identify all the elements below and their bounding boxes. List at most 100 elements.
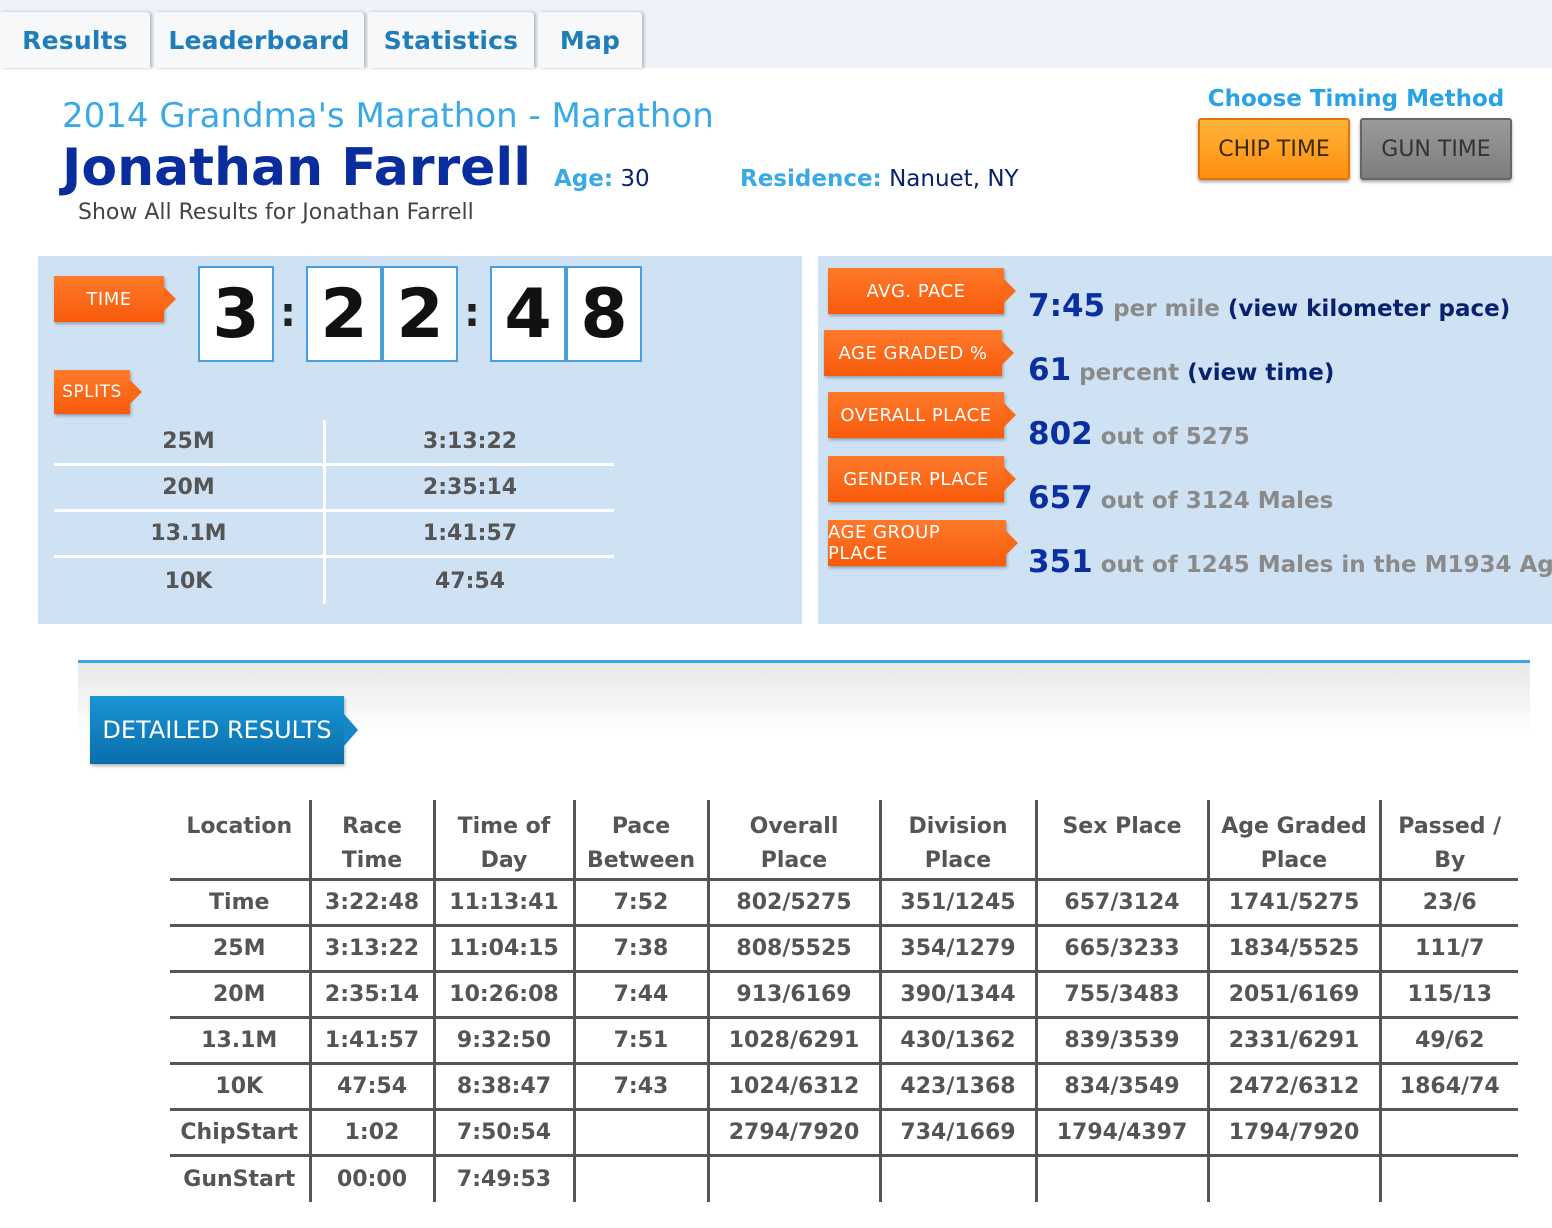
table-cell: 10:26:08 [432,971,574,1018]
column-header-line: By [1434,848,1466,873]
table-cell: 23/6 [1378,879,1518,926]
avg-pace-stat: 7:45 per mile (view kilometer pace) [1028,288,1510,324]
split-row: 13.1M 1:41:57 [54,512,614,558]
chip-time-button[interactable]: CHIP TIME [1198,118,1350,180]
view-time-link[interactable]: (view time) [1187,360,1334,386]
age-group-place-value: 351 [1028,544,1093,580]
split-label: 25M [54,420,326,463]
location-cell: 20M [212,982,266,1007]
table-cell: 111/7 [1378,925,1518,972]
tab-statistics[interactable]: Statistics [368,12,534,68]
tab-label: Results [22,25,128,55]
table-cell [1378,1109,1518,1156]
tab-leaderboard[interactable]: Leaderboard [154,12,364,68]
column-header: Location [170,800,310,880]
split-label: 20M [54,466,326,509]
table-cell: 351/1245 [878,879,1036,926]
table-cell: 1:02 [308,1109,434,1156]
table-cell: 7:43 [572,1063,708,1110]
table-cell: 9:32:50 [432,1017,574,1064]
age-graded-ribbon: AGE GRADED % [824,330,1014,376]
column-header-line: Age Graded [1221,814,1367,839]
table-cell: 913/6169 [706,971,880,1018]
age-graded-unit: percent [1079,360,1180,386]
table-cell: 423/1368 [878,1063,1036,1110]
gender-place-stat: 657 out of 3124 Males [1028,480,1333,516]
table-cell [572,1109,708,1156]
column-header-line: Day [480,848,528,873]
table-cell: 1028/6291 [706,1017,880,1064]
table-cell: 657/3124 [1034,879,1208,926]
column-header-line: Sex Place [1062,814,1182,839]
split-row: 20M 2:35:14 [54,466,614,512]
splits-ribbon: SPLITS [54,370,142,414]
table-cell: 808/5525 [706,925,880,972]
table-row: ChipStart 1:02 7:50:54 2794/7920 734/1669 179… [170,1109,1518,1156]
column-header-line: Division [908,814,1008,839]
avg-pace-value: 7:45 [1028,288,1106,324]
tab-label: Leaderboard [168,25,350,55]
table-cell: 2331/6291 [1206,1017,1380,1064]
column-header: Pace Between [572,800,708,880]
location-cell: GunStart [183,1166,296,1192]
table-header-row: Location Race Time Time of Day Pace Between… [170,800,1518,880]
avg-pace-ribbon: AVG. PACE [828,268,1016,314]
column-header: Race Time [308,800,434,880]
time-digit: 8 [566,266,642,362]
table-cell: 1024/6312 [706,1063,880,1110]
detailed-results-table: Location Race Time Time of Day Pace Between… [170,800,1518,1202]
race-title: 2014 Grandma's Marathon - Marathon [62,96,714,136]
table-cell: 47:54 [308,1063,434,1110]
view-kilometer-pace-link[interactable]: (view kilometer pace) [1228,296,1510,322]
column-header-line: Pace [611,814,671,839]
table-cell: 49/62 [1378,1017,1518,1064]
table-cell: 7:38 [572,925,708,972]
table-cell: 354/1279 [878,925,1036,972]
column-header: Overall Place [706,800,880,880]
table-cell: 839/3539 [1034,1017,1208,1064]
table-cell: 00:00 [308,1155,434,1202]
table-cell: 8:38:47 [432,1063,574,1110]
column-header-line: Place [760,848,828,873]
table-cell: 3:22:48 [308,879,434,926]
column-header-line: Passed / [1398,814,1502,839]
split-time: 47:54 [434,568,506,594]
age-group-place-stat: 351 out of 1245 Males in the M1934 Age G… [1028,544,1552,580]
location-cell: 10K [215,1074,264,1099]
table-cell: 1834/5525 [1206,925,1380,972]
table-row: GunStart 00:00 7:49:53 [170,1155,1518,1202]
column-header-line: Overall [749,814,839,839]
table-cell: 7:44 [572,971,708,1018]
table-cell: 1794/7920 [1206,1109,1380,1156]
residence-label: Residence: [740,166,882,192]
table-row: 25M 3:13:22 11:04:15 7:38 808/5525 354/1279 66… [170,925,1518,972]
timing-method-title: Choose Timing Method [1207,86,1505,112]
gender-place-value: 657 [1028,480,1093,516]
tab-label: Map [559,25,621,55]
table-cell: 2:35:14 [308,971,434,1018]
split-row: 10K 47:54 [54,558,614,604]
tab-results[interactable]: Results [0,12,150,68]
show-all-results-link[interactable]: Show All Results for Jonathan Farrell [78,200,474,225]
table-cell: 665/3233 [1034,925,1208,972]
time-digit: 4 [490,266,566,362]
table-cell: 2794/7920 [706,1109,880,1156]
tab-map[interactable]: Map [538,12,642,68]
column-header-line: Between [586,848,696,873]
table-cell [1378,1155,1518,1202]
column-header-line: Location [186,814,293,839]
table-cell [878,1155,1036,1202]
age-group-place-text: out of 1245 Males in the M1934 Age Gro [1100,552,1552,578]
splits-table: 25M 3:13:22 20M 2:35:14 13.1M 1:41:57 10… [54,420,614,604]
table-cell: 2051/6169 [1206,971,1380,1018]
table-cell: 1741/5275 [1206,879,1380,926]
tab-label: Statistics [383,25,519,55]
overall-place-ribbon: OVERALL PLACE [828,392,1016,438]
table-cell: 2472/6312 [1206,1063,1380,1110]
column-header: Age Graded Place [1206,800,1380,880]
overall-place-text: out of 5275 [1100,424,1250,450]
table-row: 10K 47:54 8:38:47 7:43 1024/6312 423/1368 834/… [170,1063,1518,1110]
gun-time-button[interactable]: GUN TIME [1360,118,1512,180]
table-cell: 834/3549 [1034,1063,1208,1110]
column-header-line: Race [342,814,402,839]
